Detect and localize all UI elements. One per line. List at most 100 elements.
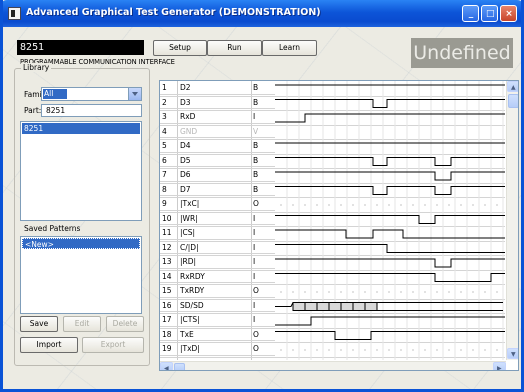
pin-number: 3 bbox=[162, 112, 167, 121]
pin-row[interactable]: 14 RxRDY I bbox=[160, 271, 275, 283]
pin-row[interactable]: 15 TxRDY O bbox=[160, 285, 275, 298]
pin-number: 2 bbox=[162, 97, 167, 107]
waveform-area[interactable] bbox=[275, 81, 506, 360]
part-label: Part: bbox=[24, 106, 42, 115]
pin-row[interactable]: 12 C/|D| I bbox=[160, 242, 275, 254]
pattern-list-item[interactable]: <New> bbox=[22, 238, 140, 249]
pin-row[interactable]: 11 |CS| I bbox=[160, 227, 275, 240]
pin-name: |RD| bbox=[180, 257, 197, 266]
bus-segment bbox=[364, 302, 378, 311]
pin-name: GND bbox=[180, 126, 198, 136]
pin-row[interactable]: 8 D7 B bbox=[160, 184, 275, 196]
chevron-down-icon[interactable] bbox=[128, 88, 141, 100]
setup-button[interactable]: Setup bbox=[153, 40, 207, 56]
run-button[interactable]: Run bbox=[207, 40, 262, 56]
wave-dot bbox=[496, 291, 498, 293]
title-bar[interactable]: Advanced Graphical Test Generator (DEMON… bbox=[3, 0, 521, 27]
pin-row[interactable]: 5 D4 B bbox=[160, 140, 275, 153]
pin-type: B bbox=[253, 97, 259, 107]
signal-waveform bbox=[275, 157, 505, 166]
pin-type: I bbox=[253, 271, 256, 281]
horizontal-scroll-thumb[interactable] bbox=[174, 363, 185, 370]
pin-name: D5 bbox=[180, 155, 191, 165]
pin-type: I bbox=[253, 112, 256, 121]
minimize-button[interactable]: _ bbox=[462, 5, 479, 22]
pin-type: B bbox=[253, 184, 259, 194]
part-list-item[interactable]: 8251 bbox=[22, 123, 140, 134]
wave-dot bbox=[472, 291, 474, 293]
pin-row[interactable]: 18 TxE O bbox=[160, 329, 275, 341]
wave-dot bbox=[460, 291, 462, 293]
part-display: 8251 bbox=[17, 40, 144, 55]
wave-dot bbox=[304, 204, 306, 206]
scroll-right-button[interactable]: ▶ bbox=[493, 362, 506, 370]
part-input[interactable]: 8251 bbox=[41, 104, 142, 117]
wave-dot bbox=[316, 291, 318, 293]
pin-name: D6 bbox=[180, 170, 191, 179]
pin-row[interactable]: 17 |CTS| I bbox=[160, 314, 275, 327]
pin-type: I bbox=[253, 300, 256, 310]
signal-waveform bbox=[275, 331, 505, 340]
horizontal-scrollbar[interactable]: ◀ ▶ bbox=[160, 361, 506, 370]
pin-number: 13 bbox=[162, 257, 172, 266]
pin-type: I bbox=[253, 257, 256, 266]
family-selected-value: All bbox=[43, 89, 67, 99]
pin-row[interactable]: 10 |WR| I bbox=[160, 213, 275, 225]
scroll-down-button[interactable]: ▼ bbox=[507, 348, 518, 359]
close-icon: × bbox=[505, 9, 513, 19]
pin-row[interactable]: 13 |RD| I bbox=[160, 256, 275, 269]
edit-button: Edit bbox=[63, 316, 101, 332]
pin-row[interactable]: 1 D2 B bbox=[160, 82, 275, 95]
wave-dot bbox=[280, 204, 282, 206]
pattern-grid[interactable]: 1 D2 B 2 D3 B 3 RxD I 4 GND V 5 D4 B 6 D5 B 7 D6 B 8 D7 B 9 |TxC|… bbox=[159, 80, 519, 371]
vertical-scrollbar[interactable]: ▲ ▼ bbox=[506, 81, 518, 360]
saved-patterns-list[interactable]: <New> bbox=[20, 236, 142, 314]
pin-row[interactable]: 2 D3 B bbox=[160, 97, 275, 109]
pin-row[interactable]: 16 SD/SD I bbox=[160, 300, 275, 312]
wave-dot bbox=[472, 349, 474, 351]
import-button[interactable]: Import bbox=[20, 337, 78, 353]
pin-number: 11 bbox=[162, 228, 172, 237]
pin-type: B bbox=[253, 141, 259, 150]
maximize-icon: □ bbox=[486, 9, 495, 19]
pin-row[interactable]: 19 |TxD| O bbox=[160, 343, 275, 356]
pin-name: |TxC| bbox=[180, 199, 200, 208]
pin-number: 4 bbox=[162, 126, 167, 136]
pin-type: B bbox=[253, 155, 259, 165]
pin-row[interactable]: 9 |TxC| O bbox=[160, 198, 275, 211]
pin-name: |CTS| bbox=[180, 315, 200, 324]
scroll-up-button[interactable]: ▲ bbox=[507, 81, 518, 92]
learn-button[interactable]: Learn bbox=[262, 40, 317, 56]
scroll-left-button[interactable]: ◀ bbox=[160, 362, 173, 370]
family-select[interactable]: All bbox=[41, 87, 142, 101]
part-list[interactable]: 8251 bbox=[20, 121, 142, 221]
pin-type: O bbox=[253, 286, 259, 295]
pin-type: V bbox=[253, 126, 259, 136]
maximize-button[interactable]: □ bbox=[481, 5, 498, 22]
window-title: Advanced Graphical Test Generator (DEMON… bbox=[26, 7, 321, 18]
pin-row[interactable]: 6 D5 B bbox=[160, 155, 275, 167]
signal-waveform bbox=[275, 215, 505, 224]
wave-dot bbox=[400, 349, 402, 351]
vertical-scroll-thumb[interactable] bbox=[508, 94, 518, 108]
pin-row[interactable]: 7 D6 B bbox=[160, 169, 275, 182]
pin-type: O bbox=[253, 199, 259, 208]
wave-dot bbox=[292, 291, 294, 293]
save-button[interactable]: Save bbox=[20, 316, 58, 332]
bus-segment bbox=[316, 302, 330, 311]
pin-row[interactable]: 4 GND V bbox=[160, 126, 275, 138]
signal-waveform bbox=[275, 113, 505, 123]
wave-dot bbox=[436, 204, 438, 206]
wave-dot bbox=[376, 204, 378, 206]
close-button[interactable]: × bbox=[500, 5, 517, 22]
pin-number: 9 bbox=[162, 199, 167, 208]
pin-row[interactable]: 3 RxD I bbox=[160, 111, 275, 124]
wave-dot bbox=[460, 204, 462, 206]
wave-dot bbox=[340, 349, 342, 351]
pin-name: D2 bbox=[180, 83, 191, 92]
export-button: Export bbox=[82, 337, 144, 353]
pin-name: |TxD| bbox=[180, 344, 200, 353]
bus-segment bbox=[292, 302, 306, 311]
pin-type: O bbox=[253, 329, 259, 339]
signal-waveform bbox=[275, 258, 505, 268]
